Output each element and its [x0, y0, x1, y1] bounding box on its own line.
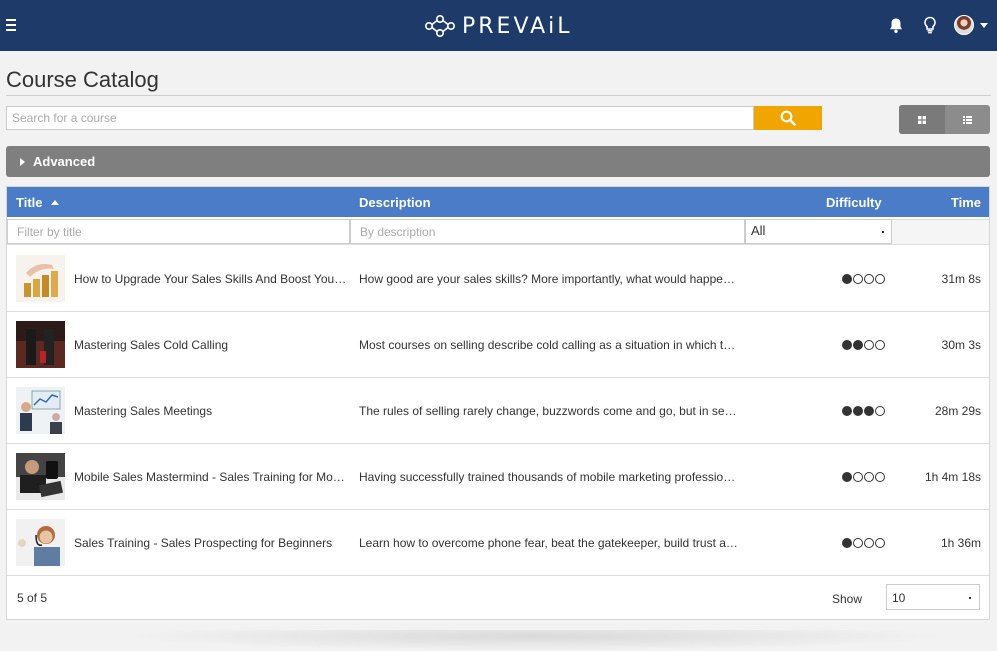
column-header-time[interactable]: Time	[951, 195, 981, 210]
course-title[interactable]: Mastering Sales Meetings	[74, 404, 349, 418]
course-thumbnail[interactable]	[16, 387, 65, 434]
difficulty-empty-circle-icon	[864, 472, 874, 482]
search-button[interactable]	[754, 106, 822, 130]
course-thumbnail[interactable]	[16, 255, 65, 302]
difficulty-empty-circle-icon	[853, 538, 863, 548]
course-description: Learn how to overcome phone fear, beat t…	[359, 536, 739, 550]
course-thumbnail[interactable]	[16, 453, 65, 500]
course-description: The rules of selling rarely change, buzz…	[359, 404, 739, 418]
course-search-input[interactable]	[6, 106, 754, 130]
course-row[interactable]: Mobile Sales Mastermind - Sales Training…	[7, 444, 989, 510]
page-title: Course Catalog	[6, 67, 159, 92]
difficulty-rating	[842, 406, 886, 416]
course-title[interactable]: Sales Training - Sales Prospecting for B…	[74, 536, 349, 550]
course-title[interactable]: Mastering Sales Cold Calling	[74, 338, 349, 352]
caret-right-icon	[20, 157, 25, 166]
difficulty-empty-circle-icon	[875, 538, 885, 548]
table-header: Title Description Difficulty Time	[7, 187, 989, 217]
page-size-value: 10	[892, 591, 906, 605]
top-navbar: PREVAiL	[0, 0, 997, 51]
show-label: Show	[832, 592, 863, 606]
filter-row: All	[7, 218, 989, 245]
difficulty-filled-circle-icon	[842, 538, 852, 548]
difficulty-rating	[842, 538, 886, 548]
difficulty-filled-circle-icon	[864, 406, 874, 416]
difficulty-empty-circle-icon	[875, 406, 885, 416]
brand-logo[interactable]: PREVAiL	[423, 13, 573, 39]
difficulty-empty-circle-icon	[864, 274, 874, 284]
user-menu[interactable]	[953, 12, 989, 38]
course-duration: 30m 3s	[941, 338, 981, 352]
difficulty-empty-circle-icon	[853, 472, 863, 482]
course-row[interactable]: How to Upgrade Your Sales Skills And Boo…	[7, 246, 989, 312]
difficulty-filter-select[interactable]: All	[745, 219, 892, 244]
difficulty-filled-circle-icon	[842, 472, 852, 482]
difficulty-rating	[842, 472, 886, 482]
difficulty-rating	[842, 274, 886, 284]
sort-ascending-icon	[50, 200, 59, 205]
title-filter-input[interactable]	[7, 219, 350, 244]
course-thumbnail[interactable]	[16, 321, 65, 368]
list-view-button[interactable]	[945, 105, 991, 134]
advanced-filters-toggle[interactable]: Advanced	[6, 146, 990, 177]
page-size-select[interactable]: 10	[886, 584, 980, 610]
title-divider	[6, 95, 991, 96]
result-count: 5 of 5	[17, 591, 48, 605]
course-thumbnail[interactable]	[16, 519, 65, 566]
course-duration: 1h 4m 18s	[924, 470, 981, 484]
difficulty-empty-circle-icon	[875, 340, 885, 350]
hamburger-icon[interactable]	[6, 16, 18, 34]
dropdown-arrow-icon	[969, 597, 971, 599]
logo-mark-icon	[424, 14, 455, 37]
view-toggle	[899, 105, 990, 134]
column-header-description[interactable]: Description	[359, 195, 431, 210]
difficulty-filled-circle-icon	[842, 340, 852, 350]
brand-name: PREVAiL	[462, 13, 573, 39]
difficulty-empty-circle-icon	[875, 472, 885, 482]
advanced-label: Advanced	[33, 154, 96, 169]
course-description: How good are your sales skills? More imp…	[359, 272, 739, 286]
difficulty-empty-circle-icon	[875, 274, 885, 284]
column-header-difficulty[interactable]: Difficulty	[826, 195, 882, 210]
course-table: Title Description Difficulty Time All Ho…	[6, 186, 990, 620]
column-header-title[interactable]: Title	[16, 195, 59, 210]
grid-view-button[interactable]	[899, 105, 945, 134]
difficulty-filled-circle-icon	[842, 406, 852, 416]
course-duration: 31m 8s	[941, 272, 981, 286]
difficulty-empty-circle-icon	[864, 340, 874, 350]
difficulty-filter-value: All	[751, 223, 766, 238]
course-title[interactable]: Mobile Sales Mastermind - Sales Training…	[74, 470, 349, 484]
course-description: Having successfully trained thousands of…	[359, 470, 739, 484]
difficulty-filled-circle-icon	[853, 340, 863, 350]
course-duration: 28m 29s	[934, 404, 981, 418]
time-filter-empty	[892, 219, 989, 244]
course-duration: 1h 36m	[940, 536, 981, 550]
search-icon	[780, 110, 796, 126]
chevron-down-icon	[980, 22, 988, 28]
difficulty-filled-circle-icon	[853, 406, 863, 416]
user-avatar	[954, 15, 974, 35]
course-row[interactable]: Sales Training - Sales Prospecting for B…	[7, 510, 989, 576]
difficulty-filled-circle-icon	[842, 274, 852, 284]
difficulty-rating	[842, 340, 886, 350]
description-filter-input[interactable]	[350, 219, 745, 244]
lightbulb-icon[interactable]	[919, 12, 941, 38]
course-title[interactable]: How to Upgrade Your Sales Skills And Boo…	[74, 272, 349, 286]
course-description: Most courses on selling describe cold ca…	[359, 338, 739, 352]
page-shadow	[120, 630, 950, 651]
course-row[interactable]: Mastering Sales Meetings The rules of sel…	[7, 378, 989, 444]
difficulty-empty-circle-icon	[853, 274, 863, 284]
bell-icon[interactable]	[885, 12, 907, 38]
dropdown-arrow-icon	[882, 231, 884, 233]
list-icon	[962, 115, 972, 124]
difficulty-empty-circle-icon	[864, 538, 874, 548]
grid-icon	[917, 115, 926, 124]
table-footer: 5 of 5 Show 10	[7, 575, 989, 619]
course-row[interactable]: Mastering Sales Cold Calling Most courses…	[7, 312, 989, 378]
